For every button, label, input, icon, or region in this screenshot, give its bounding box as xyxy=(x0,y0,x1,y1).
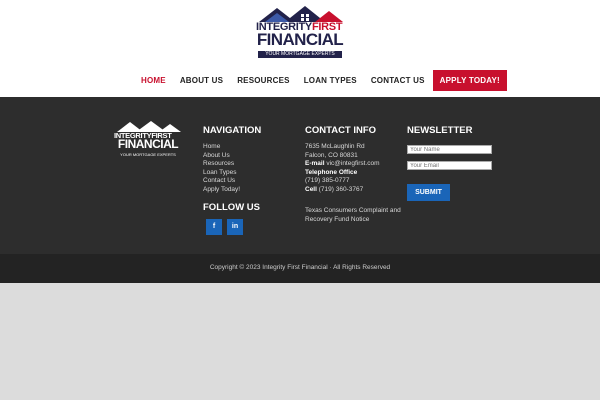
nav-home[interactable]: HOME xyxy=(134,70,173,91)
texas-notice-link[interactable]: Texas Consumers Complaint and Recovery F… xyxy=(305,207,405,224)
site-footer: INTEGRITYFIRST FINANCIAL YOUR MORTGAGE E… xyxy=(0,97,600,254)
newsletter-heading: NEWSLETTER xyxy=(407,125,473,136)
contact-info-block: 7635 McLaughlin Rd Falcon, CO 80831 E-ma… xyxy=(305,143,380,195)
telephone-heading: Telephone Office xyxy=(305,168,358,176)
cell-line: Cell (719) 360-3767 xyxy=(305,185,364,193)
facebook-icon[interactable]: f xyxy=(206,219,222,235)
copyright-bar: Copyright © 2023 Integrity First Financi… xyxy=(0,254,600,283)
cell-phone[interactable]: (719) 360-3767 xyxy=(319,186,363,193)
footer-link-resources[interactable]: Resources xyxy=(203,160,240,169)
main-nav: HOME ABOUT US RESOURCES LOAN TYPES CONTA… xyxy=(134,70,507,91)
footer-logo-tagline: YOUR MORTGAGE EXPERTS xyxy=(120,152,176,157)
copyright-text: Copyright © 2023 Integrity First Financi… xyxy=(209,264,391,271)
footer-link-contact-us[interactable]: Contact Us xyxy=(203,177,240,186)
logo-tagline: YOUR MORTGAGE EXPERTS xyxy=(258,51,342,58)
footer-link-apply-today[interactable]: Apply Today! xyxy=(203,186,240,195)
footer-logo[interactable]: INTEGRITYFIRST FINANCIAL YOUR MORTGAGE E… xyxy=(114,121,182,157)
logo-line-2: FINANCIAL xyxy=(256,30,344,49)
address-line-1: 7635 McLaughlin Rd xyxy=(305,143,365,150)
newsletter-email-field[interactable] xyxy=(407,161,492,170)
linkedin-icon[interactable]: in xyxy=(227,219,243,235)
newsletter-submit-button[interactable]: SUBMIT xyxy=(407,184,450,201)
office-phone[interactable]: (719) 385-0777 xyxy=(305,177,380,186)
nav-resources[interactable]: RESOURCES xyxy=(230,70,296,91)
address-line-2: Falcon, CO 80831 xyxy=(305,151,358,159)
footer-link-about-us[interactable]: About Us xyxy=(203,152,240,161)
house-roofs-icon xyxy=(259,6,343,22)
follow-us-heading: FOLLOW US xyxy=(203,202,260,213)
email-link[interactable]: vic@integfirst.com xyxy=(326,160,379,167)
nav-contact-us[interactable]: CONTACT US xyxy=(364,70,432,91)
footer-nav-list: Home About Us Resources Loan Types Conta… xyxy=(203,143,240,195)
nav-loan-types[interactable]: LOAN TYPES xyxy=(297,70,364,91)
footer-link-loan-types[interactable]: Loan Types xyxy=(203,169,240,178)
contact-info-heading: CONTACT INFO xyxy=(305,125,377,136)
footer-link-home[interactable]: Home xyxy=(203,143,240,152)
site-header: INTEGRITYFIRST FINANCIAL YOUR MORTGAGE E… xyxy=(0,0,600,97)
apply-today-button[interactable]: APPLY TODAY! xyxy=(432,70,507,91)
newsletter-name-field[interactable] xyxy=(407,145,492,154)
nav-about-us[interactable]: ABOUT US xyxy=(173,70,230,91)
footer-logo-line-2: FINANCIAL xyxy=(117,137,179,151)
site-logo[interactable]: INTEGRITYFIRST FINANCIAL YOUR MORTGAGE E… xyxy=(255,6,345,58)
navigation-heading: NAVIGATION xyxy=(203,125,262,136)
email-line: E-mail vic@integfirst.com xyxy=(305,160,380,168)
